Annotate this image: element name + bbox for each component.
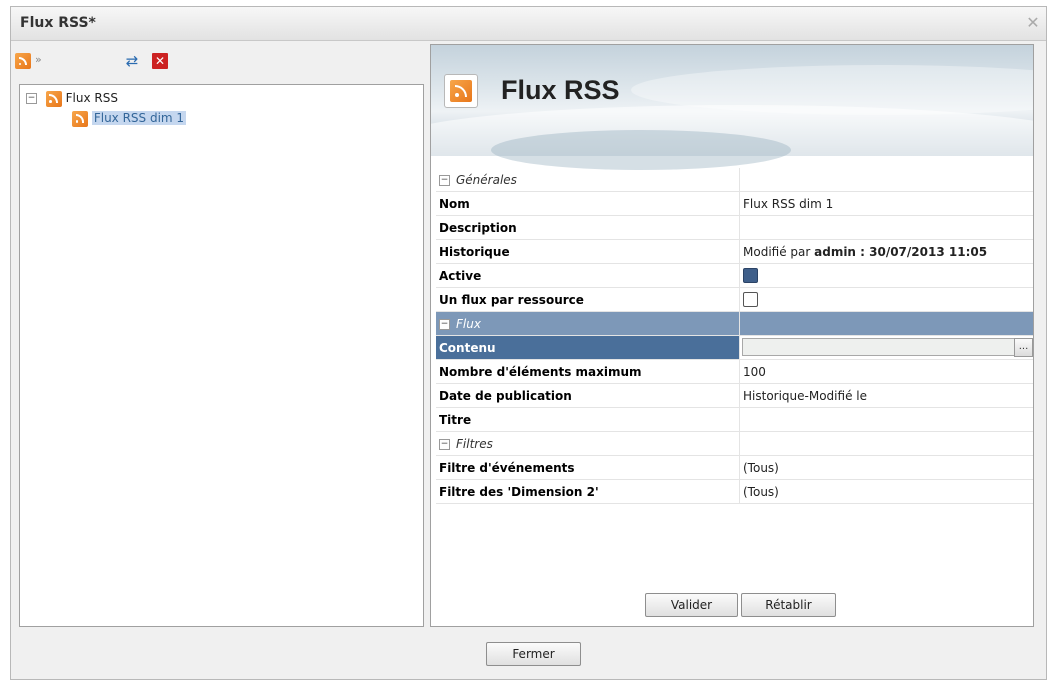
active-checkbox[interactable] [743, 268, 758, 283]
valider-button[interactable]: Valider [645, 593, 738, 617]
rss-icon [444, 74, 478, 108]
property-value[interactable] [739, 407, 1033, 432]
property-row[interactable]: Historique Modifié par admin : 30/07/201… [436, 239, 1033, 264]
collapse-icon[interactable]: − [439, 174, 450, 186]
chevron-down-icon[interactable]: » [35, 53, 42, 66]
property-row[interactable]: Active [436, 263, 1033, 288]
property-value[interactable]: (Tous) [739, 455, 1033, 480]
rss-icon [45, 90, 62, 107]
property-row[interactable]: Description [436, 215, 1033, 240]
collapse-icon[interactable]: − [26, 93, 37, 104]
category-label: Flux [456, 316, 481, 331]
property-label: Filtre des 'Dimension 2' [436, 479, 740, 504]
retablir-button[interactable]: Rétablir [741, 593, 836, 617]
property-row[interactable]: Filtre d'événements (Tous) [436, 455, 1033, 480]
rss-icon [72, 110, 88, 127]
contenu-input[interactable] [742, 338, 1018, 356]
property-row[interactable]: Contenu ... [436, 335, 1033, 360]
window-title: Flux RSS* [20, 15, 96, 31]
page-title: Flux RSS [501, 75, 620, 105]
property-value[interactable]: 100 [739, 359, 1033, 384]
property-row[interactable]: Nombre d'éléments maximum 100 [436, 359, 1033, 384]
header-banner: Flux RSS [431, 45, 1033, 175]
property-value[interactable]: Flux RSS dim 1 [739, 191, 1033, 216]
property-label: Historique [436, 239, 740, 264]
category-row[interactable]: − Générales [436, 168, 1033, 192]
property-value[interactable] [739, 215, 1033, 240]
property-value[interactable]: Historique-Modifié le [739, 383, 1033, 408]
tree-node-label: Flux RSS dim 1 [91, 111, 187, 125]
property-label: Date de publication [436, 383, 740, 408]
category-label: Générales [456, 172, 517, 187]
property-label: Description [436, 215, 740, 240]
browse-button[interactable]: ... [1014, 338, 1033, 357]
property-label: Filtre d'événements [436, 455, 740, 480]
category-label: Filtres [456, 436, 493, 451]
property-label: Nom [436, 191, 740, 216]
property-value[interactable]: (Tous) [739, 479, 1033, 504]
title-bar[interactable]: Flux RSS* ✕ [11, 7, 1046, 41]
property-row[interactable]: Date de publication Historique-Modifié l… [436, 383, 1033, 408]
tree-node-label: Flux RSS [65, 91, 118, 105]
tree-panel: − Flux RSS Flux RSS dim 1 [19, 84, 424, 627]
property-row[interactable]: Un flux par ressource [436, 287, 1033, 312]
property-label: Nombre d'éléments maximum [436, 359, 740, 384]
property-value: Modifié par admin : 30/07/2013 11:05 [739, 239, 1033, 264]
tree-node-child[interactable]: Flux RSS dim 1 [72, 109, 187, 127]
category-row[interactable]: − Filtres [436, 431, 1033, 456]
property-label: Contenu [436, 335, 740, 360]
close-icon[interactable]: ✕ [1024, 14, 1042, 32]
collapse-icon[interactable]: − [439, 438, 450, 450]
property-label: Active [436, 263, 740, 288]
category-row[interactable]: − Flux [436, 311, 1033, 336]
move-icon[interactable]: ⇄ [123, 52, 141, 70]
property-label: Un flux par ressource [436, 287, 740, 312]
delete-icon[interactable]: ✕ [152, 53, 168, 69]
rss-icon[interactable] [15, 53, 31, 69]
property-row[interactable]: Filtre des 'Dimension 2' (Tous) [436, 479, 1033, 504]
property-label: Titre [436, 407, 740, 432]
collapse-icon[interactable]: − [439, 318, 450, 330]
un-flux-checkbox[interactable] [743, 292, 758, 307]
property-grid: − Générales Nom Flux RSS dim 1 Descriptio… [436, 168, 1033, 504]
tree-node-root[interactable]: − Flux RSS [26, 89, 118, 107]
detail-panel: Flux RSS − Générales Nom Flux RSS dim 1 D… [430, 44, 1034, 627]
property-row[interactable]: Titre [436, 407, 1033, 432]
property-row[interactable]: Nom Flux RSS dim 1 [436, 191, 1033, 216]
fermer-button[interactable]: Fermer [486, 642, 581, 666]
